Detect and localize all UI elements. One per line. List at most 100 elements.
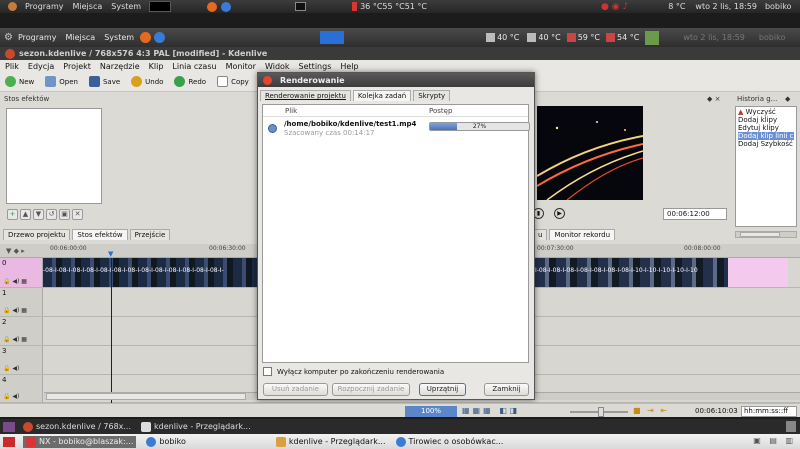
move-down-icon[interactable]: ▼ <box>33 209 44 220</box>
scroll-thumb[interactable] <box>46 393 246 400</box>
new-button[interactable]: New <box>5 76 34 87</box>
track-icons[interactable]: 🔒 ◀) <box>3 365 19 372</box>
user-text[interactable]: bobiko <box>765 2 792 11</box>
menu-linia-czasu[interactable]: Linia czasu <box>172 62 216 71</box>
menu-monitor[interactable]: Monitor <box>226 62 256 71</box>
menu-narzedzie[interactable]: Narzędzie <box>100 62 140 71</box>
video-clip[interactable]: -08-I-08-I-08-I-08-I-08-I-08-I-08-I-08-I… <box>43 258 258 287</box>
tab-job-queue[interactable]: Kolejka zadań <box>352 90 412 101</box>
ubuntu-logo-icon[interactable] <box>8 2 17 11</box>
slider-handle[interactable] <box>598 407 604 417</box>
menu-projekt[interactable]: Projekt <box>63 62 91 71</box>
video-clip[interactable]: I-08-I-08-I-08-I-08-I-08-I-08-I-08-I-10-… <box>535 258 728 287</box>
track-icons[interactable]: 🔒 ◀) <box>3 393 19 400</box>
time-format[interactable]: hh:mm:ss::ff <box>741 406 797 417</box>
show-desktop-icon[interactable] <box>3 421 15 432</box>
col-progress-header[interactable]: Postęp <box>429 107 452 115</box>
menu-system[interactable]: System <box>111 2 141 11</box>
tab-transitions[interactable]: Przejście <box>129 229 171 240</box>
history-item[interactable]: ▲ Wyczyść <box>738 108 794 116</box>
track-icons[interactable]: 🔒 ◀) ▦ <box>3 278 27 285</box>
open-button[interactable]: Open <box>45 76 78 87</box>
help-icon[interactable] <box>221 1 232 12</box>
playhead-line[interactable] <box>111 258 112 403</box>
task-browser-window[interactable]: kdenlive - Przeglądark... <box>141 421 251 432</box>
start-job-button[interactable]: Rozpocznij zadanie <box>332 383 410 396</box>
history-item-selected[interactable]: Dodaj klip linii czasu <box>738 132 796 140</box>
task-home-folder[interactable]: bobiko <box>146 436 186 447</box>
tab-record-monitor[interactable]: Monitor rekordu <box>549 229 616 240</box>
reset-icon[interactable]: ↺ <box>46 209 57 220</box>
menu-help[interactable]: Help <box>340 62 358 71</box>
menu-miejsca-local[interactable]: Miejsca <box>65 33 95 42</box>
track-header-3[interactable]: 3 🔒 ◀) <box>0 346 43 374</box>
history-scrollbar[interactable] <box>735 231 797 238</box>
tab-effect-stack[interactable]: Stos efektów <box>72 229 128 240</box>
menu-plik[interactable]: Plik <box>5 62 19 71</box>
task-kdenlive-window[interactable]: sezon.kdenlive / 768x... <box>23 421 131 432</box>
show-desktop-icon[interactable] <box>3 436 15 447</box>
clean-up-button[interactable]: Uprzątnij <box>419 383 466 396</box>
menu-system-local[interactable]: System <box>104 33 134 42</box>
col-file-header[interactable]: Plik <box>285 107 297 115</box>
green-applet-icon[interactable] <box>645 30 660 45</box>
redo-button[interactable]: Redo <box>174 76 206 87</box>
terminal-icon[interactable] <box>295 2 307 11</box>
empty-clip-region[interactable] <box>728 258 788 287</box>
menu-widok[interactable]: Widok <box>265 62 290 71</box>
scroll-thumb[interactable] <box>740 232 780 237</box>
save-effect-icon[interactable]: ▣ <box>59 209 70 220</box>
menu-edycja[interactable]: Edycja <box>28 62 54 71</box>
forward-icon[interactable]: ▶ <box>554 208 565 219</box>
zoom-level[interactable]: 100% <box>405 406 457 417</box>
history-item[interactable]: Dodaj klipy <box>738 116 794 124</box>
task-kdenlive-folder[interactable]: kdenlive - Przeglądark... <box>275 436 386 447</box>
menu-settings[interactable]: Settings <box>299 62 332 71</box>
add-effect-icon[interactable]: + <box>7 209 18 220</box>
tab-render-project[interactable]: Renderowanie projektu <box>260 90 351 101</box>
snap-icons[interactable]: ■ ⇥ ⇤ <box>633 406 669 415</box>
history-item[interactable]: Dodaj Szybkość <box>738 140 794 148</box>
menu-miejsca[interactable]: Miejsca <box>73 2 103 11</box>
menu-programy-local[interactable]: Programy <box>18 33 57 42</box>
tab-project-tree[interactable]: Drzewo projektu <box>3 229 71 240</box>
close-button[interactable]: Zamknij <box>484 383 529 396</box>
copy-button[interactable]: Copy <box>217 76 249 87</box>
job-row[interactable]: /home/bobiko/kdenlive/test1.mp4 Szacowan… <box>263 119 530 141</box>
remove-job-button[interactable]: Usuń zadanie <box>263 383 328 396</box>
firefox-icon[interactable] <box>207 1 218 12</box>
menu-klip[interactable]: Klip <box>149 62 164 71</box>
undo-button[interactable]: Undo <box>131 76 163 87</box>
history-dock-icons[interactable]: ◆ <box>785 95 790 103</box>
clock-text[interactable]: wto 2 lis, 18:59 <box>695 2 757 11</box>
ruler-tool-icons[interactable]: ▼ ◆ ▸ <box>6 247 25 255</box>
monitor-timecode[interactable]: 00:06:12:00 <box>663 208 727 220</box>
history-list[interactable]: ▲ Wyczyść Dodaj klipy Edytuj klipy Dodaj… <box>735 106 797 227</box>
task-firefox-page[interactable]: Tirowiec o osobówkac... <box>395 436 503 447</box>
tray-icons[interactable]: ▣ ▤ ▥ <box>753 436 796 445</box>
track-header-0[interactable]: 0 🔒 ◀) ▦ <box>0 258 43 287</box>
move-up-icon[interactable]: ▲ <box>20 209 31 220</box>
monitor-dock-icons[interactable]: ◆ × <box>707 95 720 103</box>
job-queue-list[interactable]: Plik Postęp /home/bobiko/kdenlive/test1.… <box>262 104 530 363</box>
tab-scripts[interactable]: Skrypty <box>413 90 451 101</box>
track-header-4[interactable]: 4 🔒 ◀) <box>0 375 43 402</box>
close-icon[interactable] <box>263 75 272 85</box>
track-header-1[interactable]: 1 🔒 ◀) ▦ <box>0 288 43 316</box>
trash-icon[interactable] <box>786 421 796 432</box>
track-icons[interactable]: 🔒 ◀) ▦ <box>3 307 27 314</box>
effect-stack-list[interactable] <box>6 108 102 204</box>
help-icon[interactable] <box>154 32 166 43</box>
task-nx-session[interactable]: NX - bobiko@blaszak:... <box>23 435 137 448</box>
zoom-slider[interactable] <box>570 407 628 417</box>
history-item[interactable]: Edytuj klipy <box>738 124 794 132</box>
tab-monitor-clip-partial[interactable]: u <box>534 229 548 240</box>
track-icons[interactable]: 🔒 ◀) ▦ <box>3 336 27 343</box>
gear-icon[interactable]: ⚙ <box>4 32 13 43</box>
delete-effect-icon[interactable]: ✕ <box>72 209 83 220</box>
save-button[interactable]: Save <box>88 76 120 87</box>
playhead-marker-icon[interactable]: ▼ <box>108 250 113 258</box>
dialog-titlebar[interactable]: Renderowanie <box>258 73 534 87</box>
shutdown-checkbox[interactable] <box>263 367 272 376</box>
view-mode-icons[interactable]: ▦▦▦ ◧◨ <box>462 406 520 415</box>
